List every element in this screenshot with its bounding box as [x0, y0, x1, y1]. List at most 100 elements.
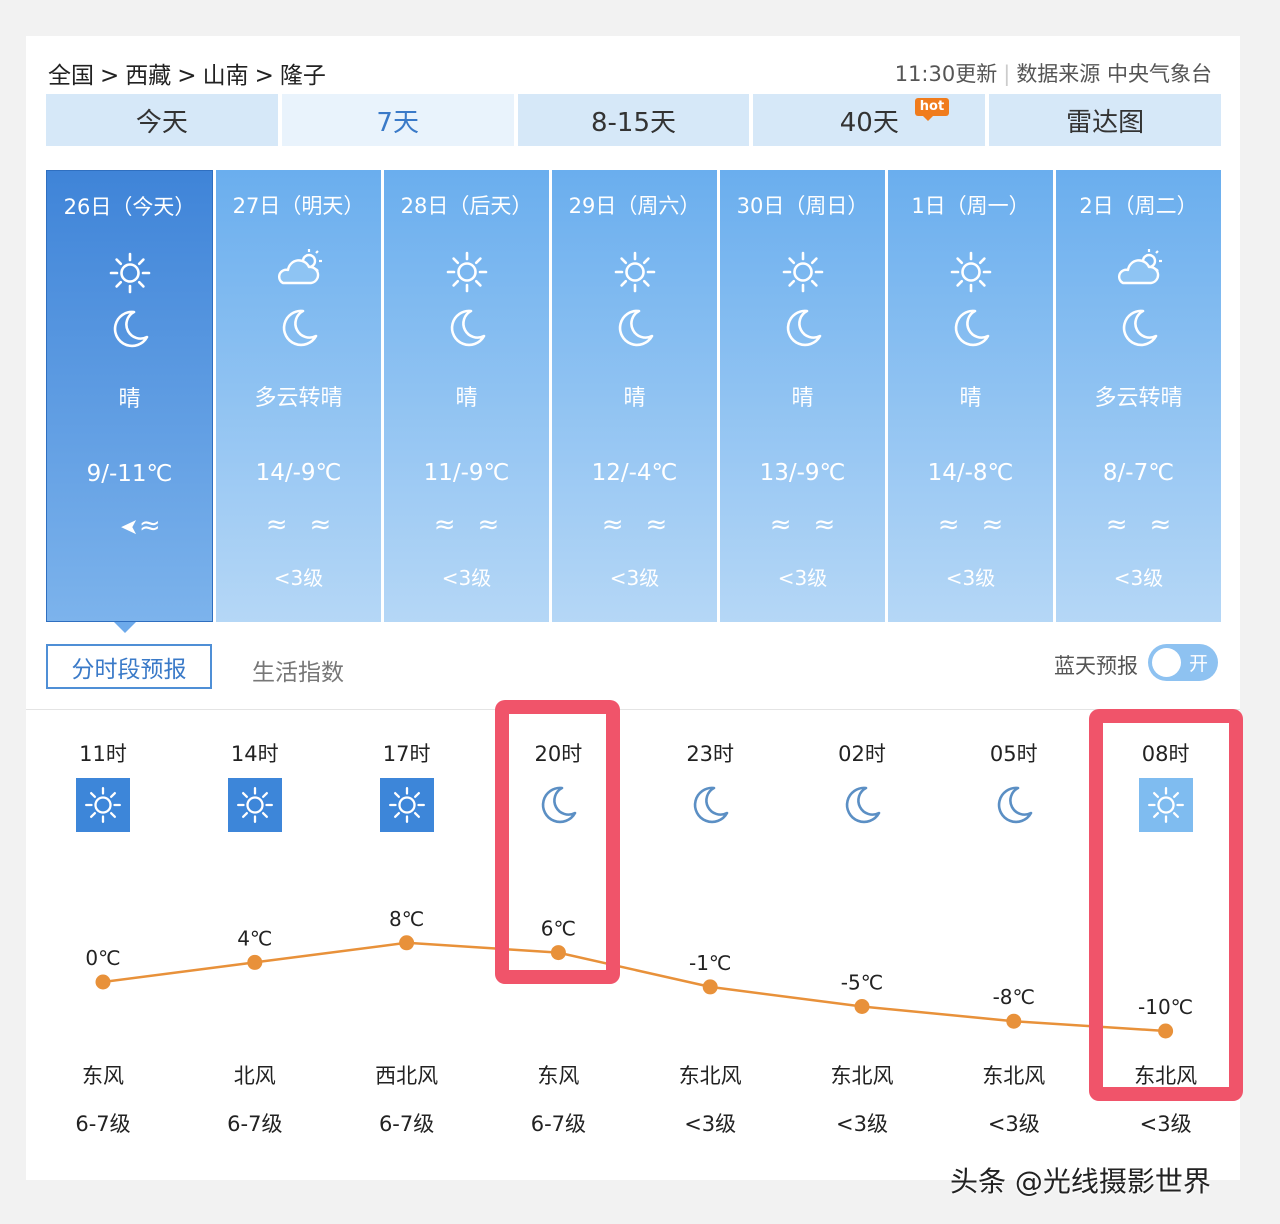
day-date: 1日（周一） [911, 194, 1030, 218]
breadcrumb-separator: > [177, 63, 197, 89]
hour-wind-direction: 东北风 [678, 1064, 742, 1088]
highlight-box [1088, 709, 1243, 1101]
sun-icon [777, 246, 829, 293]
day-column[interactable]: 30日（周日） 晴 13/-9℃ ≈≈ <3级 [720, 170, 885, 622]
hour-time: 05时 [989, 742, 1038, 766]
tab-radar[interactable]: 雷达图 [989, 94, 1221, 146]
day-weather: 晴 [791, 386, 814, 411]
day-weather: 晴 [455, 386, 478, 411]
moon-icon [445, 306, 489, 350]
hour-column: 14时 北风 6-7级 [195, 738, 315, 1158]
day-date: 28日（后天） [400, 194, 533, 218]
wind-wave-icon: ≈ [769, 510, 814, 540]
tab-40day[interactable]: 40天 hot [753, 94, 986, 146]
sun-icon [379, 778, 434, 832]
day-column[interactable]: 26日（今天） 晴 9/-11℃ ➤≈ [46, 170, 213, 622]
day-wind-icons: ≈≈ [1056, 510, 1221, 540]
day-column[interactable]: 2日（周二） 多云转晴 8/-7℃ ≈≈ <3级 [1056, 170, 1221, 622]
hour-time: 11时 [79, 742, 127, 766]
hour-wind-direction: 东风 [537, 1064, 580, 1088]
wind-wave-icon: ≈ [433, 510, 478, 540]
hour-column: 17时 西北风 6-7级 [347, 738, 467, 1158]
tab-label: 7天 [376, 107, 419, 138]
hour-wind-level: <3级 [684, 1112, 737, 1136]
hour-time: 17时 [382, 742, 431, 766]
daily-forecast: 26日（今天） 晴 9/-11℃ ➤≈ 27日（明天） 多云转晴 14/-9℃ … [46, 170, 1221, 622]
day-column[interactable]: 29日（周六） 晴 12/-4℃ ≈≈ <3级 [552, 170, 717, 622]
hour-wind-level: 6-7级 [530, 1112, 587, 1136]
tab-hourly-forecast[interactable]: 分时段预报 [46, 644, 212, 689]
hour-column: 02时 东北风 <3级 [802, 738, 922, 1158]
moon-icon [781, 306, 825, 350]
highlight-box [495, 700, 621, 984]
day-date: 30日（周日） [736, 194, 869, 218]
day-wind-icons: ≈≈ [216, 510, 381, 540]
day-column[interactable]: 27日（明天） 多云转晴 14/-9℃ ≈≈ <3级 [216, 170, 381, 622]
hot-badge: hot [914, 98, 950, 121]
breadcrumb-item[interactable]: 全国 [48, 63, 94, 89]
day-weather: 晴 [959, 386, 982, 411]
sun-icon [227, 778, 282, 832]
day-date: 2日（周二） [1079, 194, 1198, 218]
day-temp: 13/-9℃ [759, 460, 846, 486]
update-time: 11:30更新 [894, 62, 998, 86]
wind-wave-icon: ≈ [1149, 510, 1194, 540]
day-wind-icons: ≈≈ [888, 510, 1053, 540]
weather-card: 全国 > 西藏 > 山南 > 隆子 11:30更新 | 数据来源 中央气象台 今天 7天 8-15天… [26, 36, 1243, 1180]
day-date: 26日（今天） [63, 195, 196, 219]
day-wind-level: <3级 [945, 566, 996, 590]
hour-column: 23时 东北风 <3级 [650, 738, 770, 1158]
breadcrumb-item[interactable]: 山南 [203, 63, 249, 89]
day-wind-icons: ➤≈ [47, 511, 212, 541]
day-wind-level: <3级 [273, 566, 324, 590]
sun-icon [609, 246, 661, 293]
day-temp: 12/-4℃ [591, 460, 678, 486]
day-wind-icons: ≈≈ [720, 510, 885, 540]
bluesky-toggle[interactable]: 开 [1148, 644, 1218, 681]
hour-wind-direction: 北风 [233, 1064, 276, 1088]
day-date: 29日（周六） [568, 194, 701, 218]
moon-icon [987, 778, 1041, 832]
day-temp: 9/-11℃ [86, 461, 173, 487]
hour-column: 11时 东风 6-7级 [43, 738, 163, 1158]
hour-time: 23时 [686, 742, 735, 766]
selected-day-pointer [114, 622, 136, 633]
tab-life-index[interactable]: 生活指数 [252, 653, 344, 687]
tab-label: 雷达图 [1066, 107, 1145, 138]
moon-icon [613, 306, 657, 350]
moon-icon [277, 306, 321, 350]
wind-arrow-icon: ➤ [98, 515, 139, 540]
hour-wind-level: <3级 [836, 1112, 888, 1136]
day-temp: 11/-9℃ [423, 460, 510, 486]
hour-wind-direction: 西北风 [375, 1064, 439, 1088]
tab-today[interactable]: 今天 [46, 94, 278, 146]
breadcrumb-item[interactable]: 西藏 [125, 63, 171, 89]
wind-wave-icon: ≈ [601, 510, 646, 540]
day-column[interactable]: 28日（后天） 晴 11/-9℃ ≈≈ <3级 [384, 170, 549, 622]
wind-wave-icon: ≈ [265, 510, 310, 540]
bluesky-label: 蓝天预报 [1054, 654, 1138, 678]
wind-wave-icon: ≈ [981, 510, 1026, 540]
moon-icon [949, 306, 993, 350]
hour-time: 02时 [838, 742, 886, 766]
day-wind-level: <3级 [609, 566, 660, 590]
watermark: 头条 @光线摄影世界 [950, 1165, 1211, 1198]
day-column[interactable]: 1日（周一） 晴 14/-8℃ ≈≈ <3级 [888, 170, 1053, 622]
toggle-knob [1152, 648, 1181, 677]
day-wind-level: <3级 [441, 566, 492, 590]
wind-wave-icon: ≈ [477, 510, 522, 540]
day-temp: 8/-7℃ [1102, 460, 1175, 486]
tab-label: 8-15天 [590, 107, 676, 138]
hour-wind-level: <3级 [1139, 1112, 1192, 1136]
wind-wave-icon: ≈ [309, 510, 354, 540]
breadcrumb: 全国 > 西藏 > 山南 > 隆子 [48, 56, 326, 90]
partly-cloudy-icon [273, 246, 325, 290]
day-date: 27日（明天） [232, 194, 365, 218]
wind-wave-icon: ≈ [138, 511, 183, 541]
sun-icon [104, 247, 156, 294]
tab-8-15day[interactable]: 8-15天 [517, 94, 750, 146]
breadcrumb-separator: > [254, 63, 274, 89]
tab-7day[interactable]: 7天 [281, 94, 514, 146]
day-wind-icons: ≈≈ [384, 510, 549, 540]
forecast-tabs: 今天 7天 8-15天 40天 hot 雷达图 [46, 94, 1221, 146]
